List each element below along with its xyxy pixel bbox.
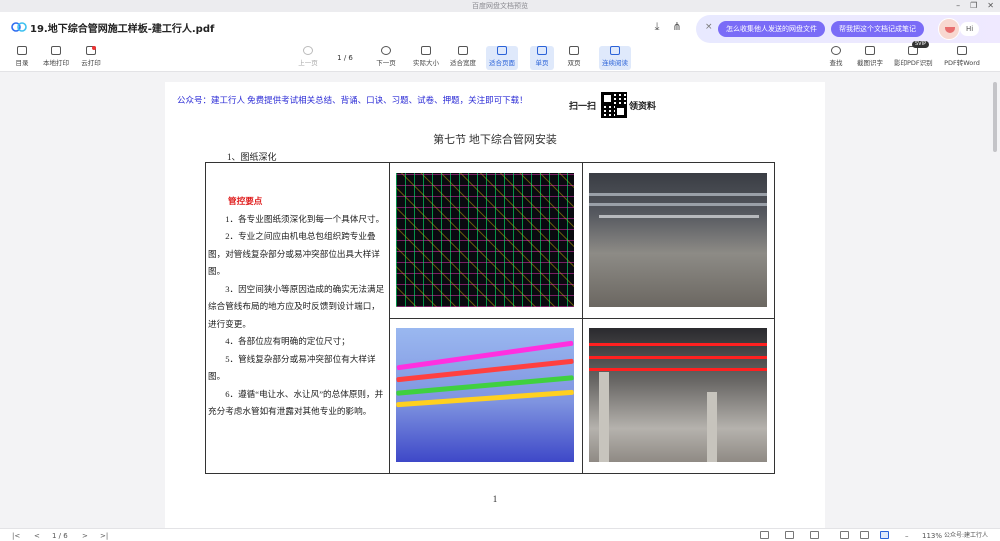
vertical-scrollbar[interactable] (992, 72, 998, 528)
fit-page-icon (497, 46, 507, 55)
up-arrow-icon (303, 46, 313, 55)
qr-right-label: 领资料 (629, 101, 657, 111)
control-point: 4．各部位应有明确的定位尺寸； (225, 336, 350, 346)
pipe-corridor-photo (589, 173, 767, 307)
single-page-button[interactable]: 单页 (530, 46, 554, 70)
garage-pipe-photo (589, 328, 767, 462)
single-page-icon (537, 46, 547, 55)
minimize-button[interactable]: – (956, 0, 960, 12)
control-points-cell: 管控要点 1．各专业图纸须深化到每一个具体尺寸。 2．专业之间应由机电总包组织跨… (208, 193, 386, 421)
control-point: 2．专业之间应由机电总包组织跨专业叠图，对管线复杂部分或易冲突部位出具大样详图。 (208, 231, 380, 276)
screenshot-ocr-button[interactable]: 截图识字 (856, 46, 884, 70)
download-icon[interactable]: ⤓ (650, 20, 664, 34)
wechat-promo-line: 公众号：建工行人 免费提供考试相关总结、背诵、口诀、习题、试卷、押题，关注即可下… (177, 95, 528, 105)
single-page-view-icon[interactable] (760, 531, 769, 539)
fit-page-button[interactable]: 适合页面 (486, 46, 518, 70)
printer-icon (51, 46, 61, 55)
fit-page-view-icon[interactable] (880, 531, 889, 539)
local-print-button[interactable]: 本地打印 (40, 46, 72, 70)
page-indicator-bottom[interactable]: 1 / 6 (52, 531, 68, 541)
document-viewer[interactable]: 公众号：建工行人 免费提供考试相关总结、背诵、口诀、习题、试卷、押题，关注即可下… (0, 72, 1000, 528)
fit-width-button[interactable]: 适合宽度 (448, 46, 478, 70)
qr-left-label: 扫一扫 (569, 101, 597, 111)
double-page-view-icon[interactable] (785, 531, 794, 539)
fit-width-view-icon[interactable] (840, 531, 849, 539)
pdf-page: 公众号：建工行人 免费提供考试相关总结、背诵、口诀、习题、试卷、押题，关注即可下… (165, 82, 825, 528)
cloud-print-button[interactable]: 云打印 (78, 46, 104, 70)
first-page-button[interactable]: |< (12, 531, 20, 541)
toc-icon (17, 46, 27, 55)
content-table: 管控要点 1．各专业图纸须深化到每一个具体尺寸。 2．专业之间应由机电总包组织跨… (205, 162, 775, 474)
pdf-to-word-icon (957, 46, 967, 55)
pdf-to-word-button[interactable]: PDF转Word (942, 46, 982, 70)
control-point: 5．管线复杂部分或易冲突部位有大样详图。 (208, 353, 376, 382)
actual-size-button[interactable]: 实际大小 (411, 46, 441, 70)
bim-model-image (396, 328, 574, 462)
continuous-view-icon[interactable] (810, 531, 819, 539)
search-icon (831, 46, 841, 55)
continuous-read-icon (610, 46, 620, 55)
svip-badge: SVIP (912, 41, 930, 48)
assistant-avatar[interactable] (938, 18, 960, 40)
window-title: 百度网盘文档预览 (0, 0, 1000, 12)
control-point: 3．因空间狭小等原因造成的确实无法满足综合管线布局的地方应及时反馈到设计端口，进… (208, 283, 385, 329)
close-window-button[interactable]: ✕ (987, 0, 994, 12)
ai-suggestion-collect-files[interactable]: 怎么收集他人发送的网盘文件 (718, 21, 825, 37)
fit-width-icon (458, 46, 468, 55)
last-page-button[interactable]: >| (100, 531, 108, 541)
bottom-status-bar: |< < 1 / 6 > >| – 113% 公众号:建工行人 (0, 528, 1000, 541)
control-points-heading: 管控要点 (228, 196, 263, 206)
section-title: 第七节 地下综合管网安装 (433, 134, 557, 146)
scrollbar-thumb[interactable] (993, 82, 997, 152)
actual-size-view-icon[interactable] (860, 531, 869, 539)
toc-button[interactable]: 目录 (10, 46, 34, 70)
baidu-netdisk-logo-icon (11, 22, 27, 32)
restore-button[interactable]: ❐ (970, 0, 977, 12)
scan-pdf-ocr-button[interactable]: 影印PDF识别 (894, 46, 933, 70)
zoom-level[interactable]: 113% (922, 531, 942, 541)
next-page-bottom-button[interactable]: > (82, 531, 88, 541)
double-page-button[interactable]: 双页 (562, 46, 586, 70)
prev-page-button[interactable]: 上一页 (296, 46, 320, 70)
cloud-printer-icon (86, 46, 96, 55)
search-button[interactable]: 查找 (826, 46, 846, 70)
ai-assistant-panel: × 怎么收集他人发送的网盘文件 帮我把这个文档记成笔记 Hi (696, 15, 1000, 43)
next-page-button[interactable]: 下一页 (374, 46, 398, 70)
share-icon[interactable]: ⋔ (670, 20, 684, 34)
assistant-greeting[interactable]: Hi (960, 22, 980, 36)
toolbar: 目录 本地打印 云打印 上一页 1 / 6 下一页 实际大小 适合宽度 适合页面… (0, 43, 1000, 72)
window-controls: – ❐ ✕ (956, 0, 994, 12)
prev-page-bottom-button[interactable]: < (34, 531, 40, 541)
watermark-text: 公众号:建工行人 (944, 532, 989, 539)
page-indicator[interactable]: 1 / 6 (327, 52, 363, 65)
cad-drawing-image (396, 173, 574, 307)
control-point: 6．遵循“电让水、水让风”的总体原则，并充分考虑水管如有泄露对其他专业的影响。 (208, 388, 384, 417)
qr-code-icon (601, 92, 627, 118)
control-point: 1．各专业图纸须深化到每一个具体尺寸。 (225, 213, 385, 224)
notification-dot (92, 46, 96, 50)
continuous-read-button[interactable]: 连续阅读 (599, 46, 631, 70)
close-ai-panel-icon[interactable]: × (705, 22, 713, 32)
file-name: 19.地下综合管网施工样板-建工行人.pdf (30, 24, 215, 35)
double-page-icon (569, 46, 579, 55)
table-divider (389, 318, 775, 319)
zoom-out-button[interactable]: – (905, 531, 909, 541)
ai-suggestion-notes[interactable]: 帮我把这个文档记成笔记 (831, 21, 924, 37)
page-number: 1 (492, 494, 498, 504)
screenshot-ocr-icon (865, 46, 875, 55)
actual-size-icon (421, 46, 431, 55)
file-header: 19.地下综合管网施工样板-建工行人.pdf ⤓ ⋔ × 怎么收集他人发送的网盘… (0, 12, 1000, 43)
down-arrow-icon (381, 46, 391, 55)
